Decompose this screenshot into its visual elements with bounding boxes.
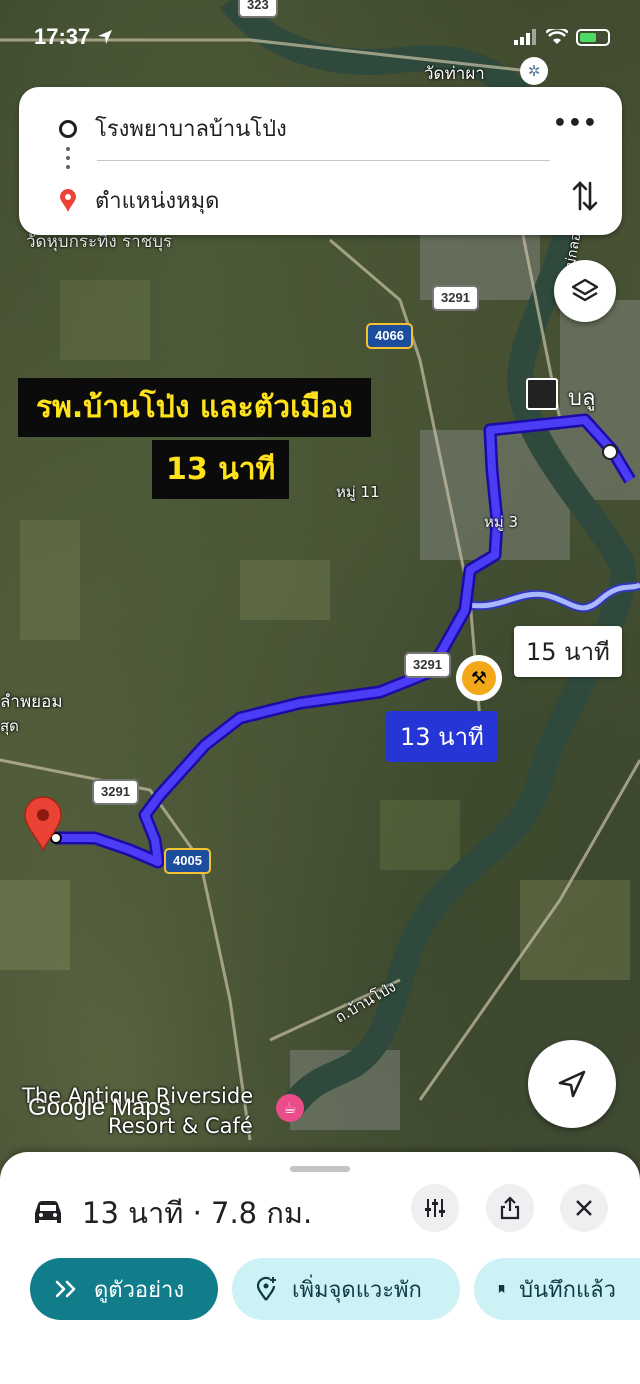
primary-route-eta[interactable]: 13 นาที xyxy=(386,711,498,762)
more-options-button[interactable]: ••• xyxy=(553,111,598,136)
route-card: โรงพยาบาลบ้านโป่ง ตำแหน่งหมุด ••• xyxy=(19,87,622,235)
navigation-arrow-icon xyxy=(558,1070,586,1098)
road-shield-3291: 3291 xyxy=(404,652,451,678)
origin-row[interactable]: โรงพยาบาลบ้านโป่ง xyxy=(59,111,287,146)
alternate-route-eta[interactable]: 15 นาที xyxy=(514,626,622,677)
location-arrow-icon xyxy=(98,30,113,44)
tune-icon xyxy=(425,1199,445,1217)
place-label: หมู่ 11 xyxy=(336,483,380,501)
pin-icon xyxy=(60,188,76,212)
share-icon xyxy=(500,1196,520,1220)
origin-field[interactable]: โรงพยาบาลบ้านโป่ง xyxy=(95,111,287,146)
saved-label: บันทึกแล้ว xyxy=(519,1277,616,1303)
road-shield-323: 323 xyxy=(238,0,278,18)
close-button[interactable] xyxy=(560,1184,608,1232)
directions-sheet[interactable]: 13 นาที · 7.8 กม. ดูตัวอย่าง เพิ่มจุดแวะ… xyxy=(0,1152,640,1384)
sheet-handle[interactable] xyxy=(290,1166,350,1172)
battery-icon xyxy=(576,28,610,46)
route-options-button[interactable] xyxy=(411,1184,459,1232)
close-icon xyxy=(576,1200,592,1216)
overlay-caption-time: 13 นาที xyxy=(152,440,290,499)
road-shield-3291: 3291 xyxy=(92,779,139,805)
place-label: หมู่ 3 xyxy=(484,513,519,531)
status-time: 17:37 xyxy=(34,24,91,49)
place-label[interactable]: บลู xyxy=(568,380,595,415)
temple-icon[interactable]: ✲ xyxy=(520,57,548,85)
double-chevron-icon xyxy=(55,1280,76,1298)
status-bar: 17:37 xyxy=(34,22,610,52)
route-connector-dots xyxy=(66,147,70,169)
bookmark-icon xyxy=(498,1284,505,1294)
destination-row[interactable]: ตำแหน่งหมุด xyxy=(59,183,219,218)
preview-button[interactable]: ดูตัวอย่าง xyxy=(30,1258,218,1320)
car-icon xyxy=(35,1201,61,1223)
layers-icon xyxy=(571,278,599,302)
road-shield-4005: 4005 xyxy=(164,848,211,874)
cafe-icon[interactable]: ☕ xyxy=(276,1094,304,1122)
wifi-icon xyxy=(546,29,568,44)
destination-field[interactable]: ตำแหน่งหมุด xyxy=(95,183,219,218)
recenter-button[interactable] xyxy=(528,1040,616,1128)
swap-route-button[interactable] xyxy=(572,179,598,217)
road-shield-4066: 4066 xyxy=(366,323,413,349)
preview-label: ดูตัวอย่าง xyxy=(94,1277,185,1303)
add-location-icon xyxy=(256,1276,276,1301)
waypoint-marker xyxy=(602,444,618,460)
cellular-signal-icon xyxy=(514,29,536,45)
place-label[interactable]: วัดท่าผา xyxy=(424,60,485,87)
saved-button[interactable]: บันทึกแล้ว xyxy=(474,1258,640,1320)
add-stop-label: เพิ่มจุดแวะพัก xyxy=(292,1277,422,1303)
google-maps-logo: Google Maps xyxy=(28,1094,171,1121)
trip-summary: 13 นาที · 7.8 กม. xyxy=(32,1190,312,1236)
origin-circle-icon xyxy=(59,119,77,138)
swap-icon xyxy=(572,181,598,211)
road-shield-3291: 3291 xyxy=(432,285,479,311)
divider xyxy=(97,160,550,161)
place-label: ลำพยอม xyxy=(0,692,63,712)
place-thumbnail[interactable] xyxy=(526,378,558,410)
overlay-caption: รพ.บ้านโป่ง และตัวเมือง xyxy=(18,378,371,437)
share-button[interactable] xyxy=(486,1184,534,1232)
add-stop-button[interactable]: เพิ่มจุดแวะพัก xyxy=(232,1258,460,1320)
place-label: สุด xyxy=(0,717,19,735)
trip-duration-distance: 13 นาที · 7.8 กม. xyxy=(82,1196,313,1230)
layers-button[interactable] xyxy=(554,260,616,322)
construction-icon[interactable]: ⚒ xyxy=(456,655,502,701)
